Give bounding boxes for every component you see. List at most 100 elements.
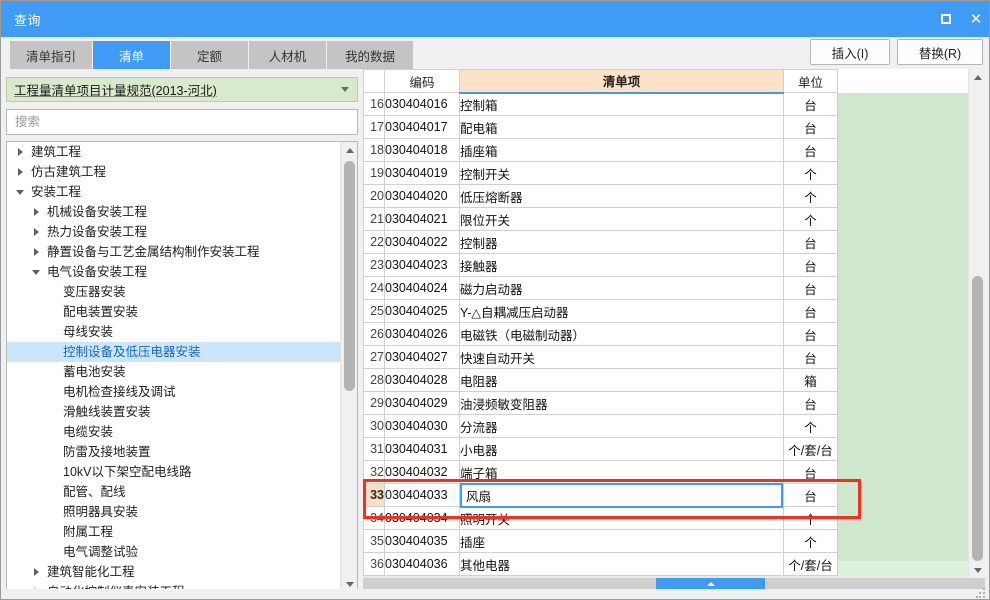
unit-cell[interactable]: 个 bbox=[783, 161, 838, 185]
row-number-cell[interactable]: 25 bbox=[363, 299, 385, 323]
table-row[interactable]: 23 030404023 接触器台 bbox=[363, 253, 838, 277]
panel-collapse-handle[interactable] bbox=[656, 578, 765, 589]
row-number-cell[interactable]: 31 bbox=[363, 437, 385, 461]
tree-item[interactable]: 电缆安装 bbox=[7, 422, 341, 442]
tree-scroll-thumb[interactable] bbox=[344, 161, 355, 391]
row-number-cell[interactable]: 23 bbox=[363, 253, 385, 277]
code-cell[interactable]: 030404032 bbox=[384, 460, 460, 484]
maximize-icon[interactable] bbox=[931, 1, 961, 37]
item-cell[interactable]: Y-△自耦减压启动器 bbox=[459, 299, 784, 323]
row-number-cell[interactable]: 22 bbox=[363, 230, 385, 254]
table-row[interactable]: 32 030404032 端子箱台 bbox=[363, 460, 838, 484]
tab-rencaiji[interactable]: 人材机 bbox=[249, 41, 326, 69]
resize-grip-icon[interactable] bbox=[976, 588, 986, 598]
close-icon[interactable]: ✕ bbox=[961, 1, 989, 37]
chevron-down-icon[interactable] bbox=[13, 189, 27, 195]
item-cell[interactable]: 插座 bbox=[459, 529, 784, 553]
tree-item[interactable]: 仿古建筑工程 bbox=[7, 162, 341, 182]
table-row[interactable]: 35 030404035 插座个 bbox=[363, 529, 838, 553]
tree-item[interactable]: 照明器具安装 bbox=[7, 502, 341, 522]
tree-item[interactable]: 蓄电池安装 bbox=[7, 362, 341, 382]
code-cell[interactable]: 030404023 bbox=[384, 253, 460, 277]
item-cell[interactable]: 低压熔断器 bbox=[459, 184, 784, 208]
grid-header-rownum[interactable] bbox=[363, 69, 385, 93]
unit-cell[interactable]: 个 bbox=[783, 529, 838, 553]
tree-scrollbar[interactable] bbox=[340, 142, 357, 592]
table-row[interactable]: 16 030404016 控制箱台 bbox=[363, 92, 838, 116]
table-row[interactable]: 25 030404025 Y-△自耦减压启动器台 bbox=[363, 299, 838, 323]
code-cell[interactable]: 030404028 bbox=[384, 368, 460, 392]
unit-cell[interactable]: 个 bbox=[783, 414, 838, 438]
row-number-cell[interactable]: 30 bbox=[363, 414, 385, 438]
tab-wodeshuju[interactable]: 我的数据 bbox=[327, 41, 413, 69]
grid-header-code[interactable]: 编码 bbox=[384, 69, 460, 93]
item-cell[interactable]: 电磁铁（电磁制动器） bbox=[459, 322, 784, 346]
code-cell[interactable]: 030404027 bbox=[384, 345, 460, 369]
item-cell[interactable]: 端子箱 bbox=[459, 460, 784, 484]
table-row[interactable]: 24 030404024 磁力启动器台 bbox=[363, 276, 838, 300]
row-number-cell[interactable]: 16 bbox=[363, 92, 385, 116]
table-row[interactable]: 19 030404019 控制开关个 bbox=[363, 161, 838, 185]
tree-item[interactable]: 10kV以下架空配电线路 bbox=[7, 462, 341, 482]
item-cell[interactable]: 小电器 bbox=[459, 437, 784, 461]
table-row[interactable]: 34 030404034 照明开关个 bbox=[363, 506, 838, 530]
code-cell[interactable]: 030404029 bbox=[384, 391, 460, 415]
scroll-up-icon[interactable] bbox=[341, 142, 357, 158]
table-row[interactable]: 28 030404028 电阻器箱 bbox=[363, 368, 838, 392]
unit-cell[interactable]: 个 bbox=[783, 184, 838, 208]
table-row[interactable]: 26 030404026 电磁铁（电磁制动器）台 bbox=[363, 322, 838, 346]
table-row[interactable]: 29 030404029 油浸频敏变阻器台 bbox=[363, 391, 838, 415]
unit-cell[interactable]: 台 bbox=[783, 276, 838, 300]
unit-cell[interactable]: 台 bbox=[783, 115, 838, 139]
table-row[interactable]: 30 030404030 分流器个 bbox=[363, 414, 838, 438]
tree-item[interactable]: 建筑工程 bbox=[7, 142, 341, 162]
search-input[interactable] bbox=[13, 110, 357, 134]
item-cell[interactable]: 限位开关 bbox=[459, 207, 784, 231]
row-number-cell[interactable]: 33 bbox=[363, 483, 385, 507]
row-number-cell[interactable]: 20 bbox=[363, 184, 385, 208]
tree-item[interactable]: 安装工程 bbox=[7, 182, 341, 202]
row-number-cell[interactable]: 34 bbox=[363, 506, 385, 530]
insert-button[interactable]: 插入(I) bbox=[810, 39, 890, 65]
row-number-cell[interactable]: 35 bbox=[363, 529, 385, 553]
grid-scroll-up-icon[interactable] bbox=[969, 69, 986, 85]
tree-item[interactable]: 配管、配线 bbox=[7, 482, 341, 502]
unit-cell[interactable]: 个/套/台 bbox=[783, 552, 838, 576]
code-cell[interactable]: 030404022 bbox=[384, 230, 460, 254]
tree-item[interactable]: 配电装置安装 bbox=[7, 302, 341, 322]
code-cell[interactable]: 030404031 bbox=[384, 437, 460, 461]
row-number-cell[interactable]: 29 bbox=[363, 391, 385, 415]
tree-item[interactable]: 电气调整试验 bbox=[7, 542, 341, 562]
row-number-cell[interactable]: 24 bbox=[363, 276, 385, 300]
grid-scrollbar[interactable] bbox=[968, 69, 985, 578]
unit-cell[interactable]: 个/套/台 bbox=[783, 437, 838, 461]
row-number-cell[interactable]: 17 bbox=[363, 115, 385, 139]
tree-item[interactable]: 静置设备与工艺金属结构制作安装工程 bbox=[7, 242, 341, 262]
row-number-cell[interactable]: 18 bbox=[363, 138, 385, 162]
item-cell[interactable]: 控制箱 bbox=[459, 92, 784, 116]
table-row[interactable]: 36 030404036 其他电器 个/套/台 bbox=[363, 552, 838, 576]
item-cell[interactable]: 磁力启动器 bbox=[459, 276, 784, 300]
row-number-cell[interactable]: 26 bbox=[363, 322, 385, 346]
standard-combo[interactable]: 工程量清单项目计量规范(2013-河北) bbox=[6, 77, 358, 102]
unit-cell[interactable]: 台 bbox=[783, 391, 838, 415]
grid-scroll-thumb[interactable] bbox=[972, 276, 983, 561]
item-cell[interactable]: 控制开关 bbox=[459, 161, 784, 185]
tree-item[interactable]: 机械设备安装工程 bbox=[7, 202, 341, 222]
table-row[interactable]: 27 030404027 快速自动开关台 bbox=[363, 345, 838, 369]
item-cell[interactable]: 照明开关 bbox=[459, 506, 784, 530]
unit-cell[interactable]: 台 bbox=[783, 253, 838, 277]
unit-cell[interactable]: 台 bbox=[783, 138, 838, 162]
tree-item[interactable]: 防雷及接地装置 bbox=[7, 442, 341, 462]
row-number-cell[interactable]: 28 bbox=[363, 368, 385, 392]
tree-item[interactable]: 母线安装 bbox=[7, 322, 341, 342]
table-row[interactable]: 17 030404017 配电箱台 bbox=[363, 115, 838, 139]
item-cell[interactable]: 分流器 bbox=[459, 414, 784, 438]
item-cell[interactable]: 接触器 bbox=[459, 253, 784, 277]
chevron-right-icon[interactable] bbox=[13, 148, 27, 156]
unit-cell[interactable]: 个 bbox=[783, 506, 838, 530]
horizontal-scrollbar[interactable] bbox=[363, 578, 985, 589]
tab-qingdan-zhiyin[interactable]: 清单指引 bbox=[10, 41, 92, 69]
code-cell[interactable]: 030404021 bbox=[384, 207, 460, 231]
row-number-cell[interactable]: 19 bbox=[363, 161, 385, 185]
